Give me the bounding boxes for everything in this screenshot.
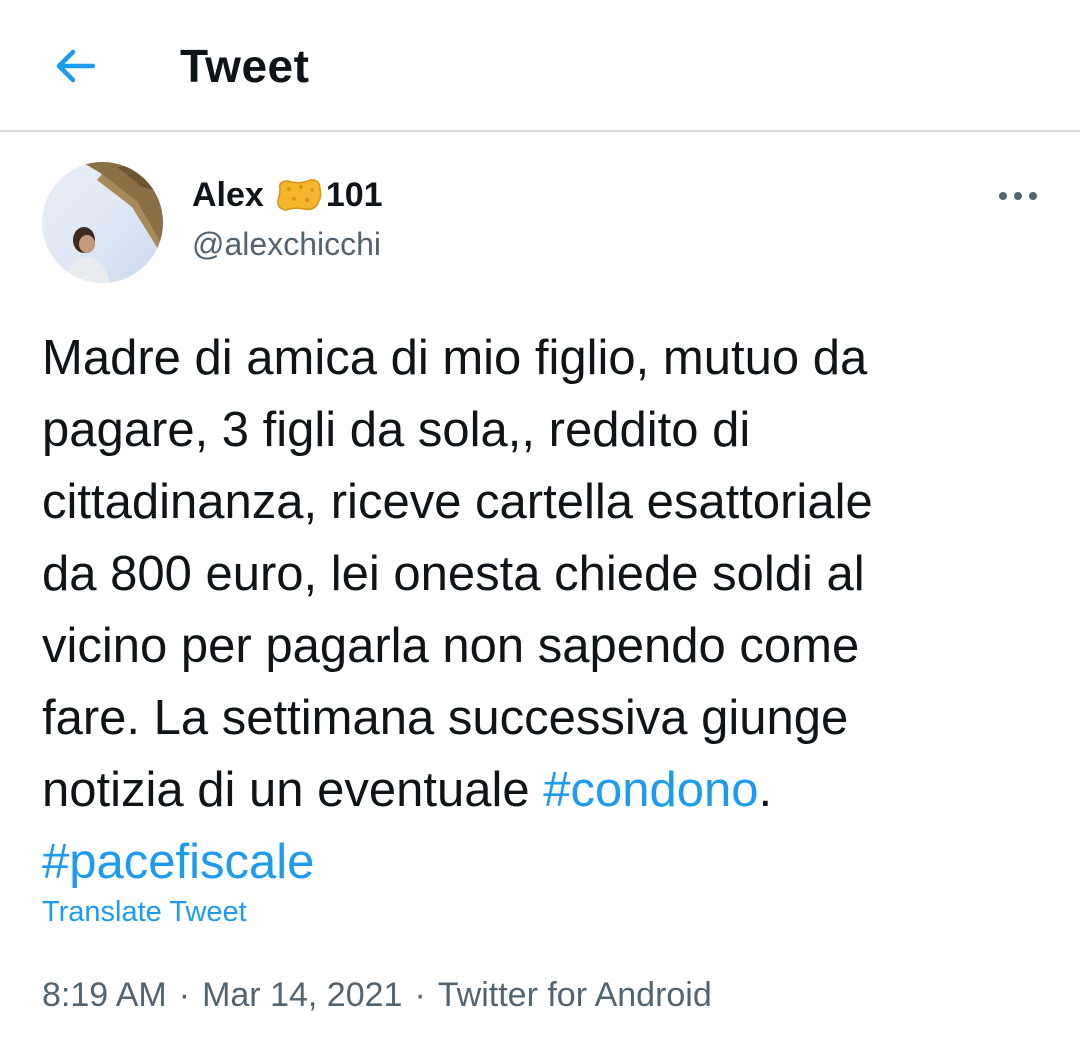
more-options-button[interactable] (990, 176, 1046, 216)
hashtag-link-condono[interactable]: #condono (543, 763, 758, 817)
avatar[interactable] (42, 162, 163, 283)
tweet-text: Madre di amica di mio figlio, mutuo da pa… (42, 322, 1052, 898)
tweet-line: cittadinanza, riceve cartella esattorial… (42, 475, 873, 529)
tweet-line: da 800 euro, lei onesta chiede soldi al (42, 547, 865, 601)
more-horizontal-icon (999, 192, 1037, 200)
tweet-line: pagare, 3 figli da sola,, reddito di (42, 403, 751, 457)
sponge-icon (276, 179, 322, 211)
translate-tweet-link[interactable]: Translate Tweet (42, 890, 247, 934)
tweet-line: Madre di amica di mio figlio, mutuo da (42, 331, 868, 385)
separator-dot: · (178, 976, 191, 1014)
back-button[interactable] (40, 36, 110, 96)
tweet-line: #pacefiscale (42, 826, 1052, 898)
hashtag-link-pacefiscale[interactable]: #pacefiscale (42, 835, 314, 889)
tweet-metadata: 8:19 AM · Mar 14, 2021 · Twitter for Android (42, 970, 712, 1020)
author-handle[interactable]: @alexchicchi (192, 222, 381, 266)
tweet-line: vicino per pagarla non sapendo come (42, 619, 860, 673)
tweet-source[interactable]: Twitter for Android (438, 976, 712, 1014)
author-name-suffix: 101 (325, 175, 383, 214)
tweet-text-segment: . (758, 763, 773, 817)
arrow-left-icon (56, 49, 96, 83)
separator-dot: · (414, 976, 426, 1014)
author-name-text: Alex (192, 175, 264, 214)
top-app-bar: Tweet (0, 0, 1080, 132)
page-title: Tweet (180, 40, 310, 92)
tweet-text-segment: notizia di un eventuale (42, 763, 544, 817)
author-name[interactable]: Alex 101 (192, 170, 383, 220)
tweet-line: notizia di un eventuale #condono. (42, 754, 1052, 826)
tweet-date: Mar 14, 2021 (202, 976, 403, 1014)
tweet-time: 8:19 AM (42, 976, 167, 1014)
tweet-line: fare. La settimana successiva giunge (42, 691, 849, 745)
